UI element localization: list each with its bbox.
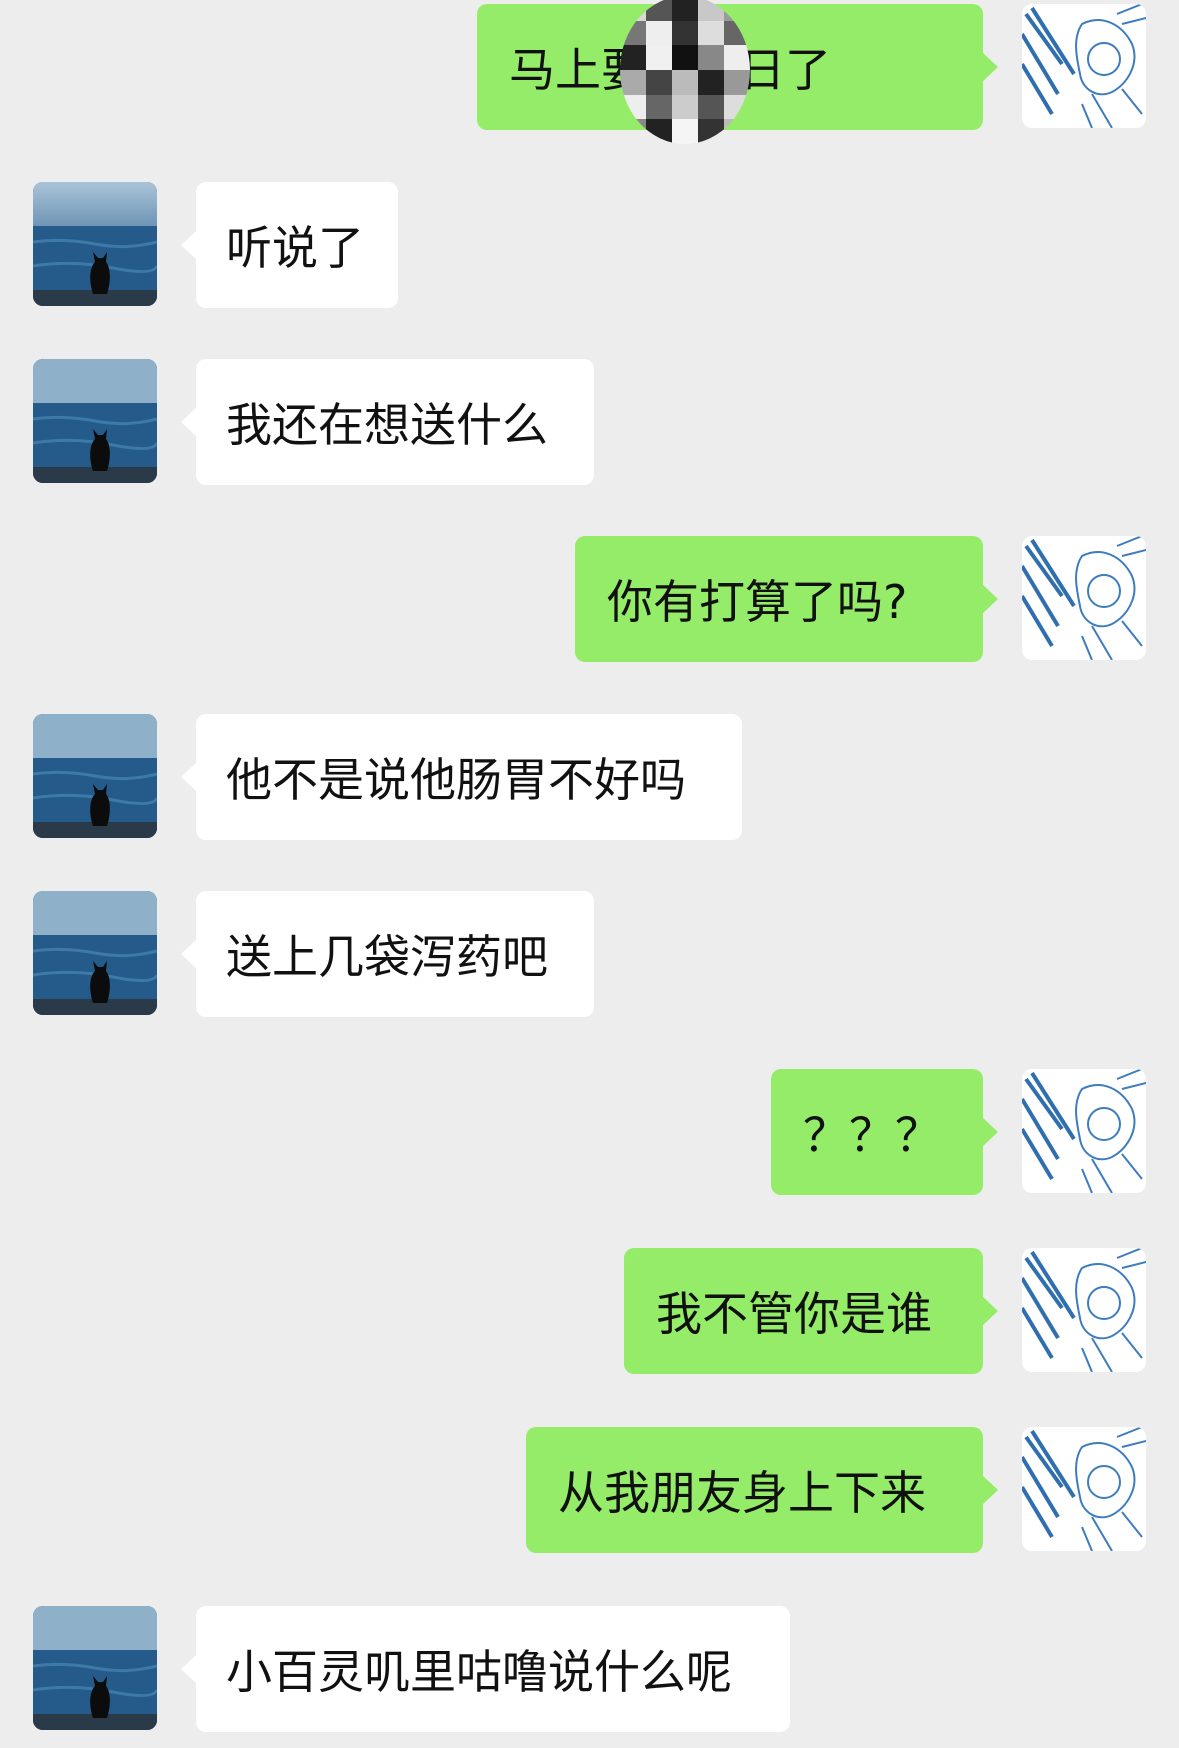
sender-avatar[interactable] bbox=[33, 182, 157, 306]
cat-by-sea-avatar-icon bbox=[33, 891, 157, 1015]
cat-by-sea-avatar-icon bbox=[33, 359, 157, 483]
sender-avatar[interactable] bbox=[33, 359, 157, 483]
sender-avatar[interactable] bbox=[1022, 536, 1146, 660]
sender-avatar[interactable] bbox=[33, 714, 157, 838]
sketch-character-avatar-icon bbox=[1022, 1427, 1146, 1551]
message-bubble[interactable]: 我还在想送什么 bbox=[181, 359, 594, 485]
chat-message-incoming: 小百灵叽里咕噜说什么呢 bbox=[0, 1606, 1179, 1732]
cat-by-sea-avatar-icon bbox=[33, 1606, 157, 1730]
chat-message-outgoing: 从我朋友身上下来 bbox=[0, 1427, 1179, 1553]
chat-message-list[interactable]: 马上要过生日了 bbox=[0, 0, 1179, 1748]
chat-message-incoming: 送上几袋泻药吧 bbox=[0, 891, 1179, 1017]
message-text: ？？？ bbox=[803, 1108, 941, 1162]
message-bubble[interactable]: ？？？ bbox=[771, 1069, 998, 1195]
sketch-character-avatar-icon bbox=[1022, 4, 1146, 128]
message-text: 你有打算了吗? bbox=[607, 575, 908, 629]
sender-avatar[interactable] bbox=[33, 891, 157, 1015]
chat-message-incoming: 我还在想送什么 bbox=[0, 359, 1179, 485]
cat-by-sea-avatar-icon bbox=[33, 182, 157, 306]
sketch-character-avatar-icon bbox=[1022, 1248, 1146, 1372]
message-text: 小百灵叽里咕噜说什么呢 bbox=[226, 1645, 732, 1699]
message-bubble[interactable]: 他不是说他肠胃不好吗 bbox=[181, 714, 742, 840]
sender-avatar[interactable] bbox=[1022, 4, 1146, 128]
chat-message-incoming: 他不是说他肠胃不好吗 bbox=[0, 714, 1179, 840]
chat-message-incoming: 听说了 bbox=[0, 182, 1179, 308]
sender-avatar[interactable] bbox=[1022, 1248, 1146, 1372]
message-bubble[interactable]: 送上几袋泻药吧 bbox=[181, 891, 594, 1017]
message-text: 听说了 bbox=[226, 221, 364, 275]
message-text: 从我朋友身上下来 bbox=[558, 1466, 926, 1520]
message-text: 我不管你是谁 bbox=[656, 1287, 932, 1341]
message-bubble[interactable]: 小百灵叽里咕噜说什么呢 bbox=[181, 1606, 790, 1732]
message-bubble[interactable]: 从我朋友身上下来 bbox=[526, 1427, 998, 1553]
sender-avatar[interactable] bbox=[1022, 1427, 1146, 1551]
message-text: 送上几袋泻药吧 bbox=[226, 930, 548, 984]
message-bubble[interactable]: 我不管你是谁 bbox=[624, 1248, 998, 1374]
message-bubble[interactable]: 你有打算了吗? bbox=[575, 536, 998, 662]
message-text: 他不是说他肠胃不好吗 bbox=[226, 753, 686, 807]
sketch-character-avatar-icon bbox=[1022, 1069, 1146, 1193]
message-text: 我还在想送什么 bbox=[226, 398, 548, 452]
chat-message-outgoing: 马上要过生日了 bbox=[0, 0, 1179, 144]
chat-message-outgoing: 我不管你是谁 bbox=[0, 1248, 1179, 1374]
cat-by-sea-avatar-icon bbox=[33, 714, 157, 838]
redaction-mosaic bbox=[620, 0, 750, 144]
sender-avatar[interactable] bbox=[1022, 1069, 1146, 1193]
message-bubble[interactable]: 听说了 bbox=[181, 182, 398, 308]
chat-message-outgoing: 你有打算了吗? bbox=[0, 536, 1179, 662]
sender-avatar[interactable] bbox=[33, 1606, 157, 1730]
sketch-character-avatar-icon bbox=[1022, 536, 1146, 660]
chat-message-outgoing: ？？？ bbox=[0, 1069, 1179, 1195]
